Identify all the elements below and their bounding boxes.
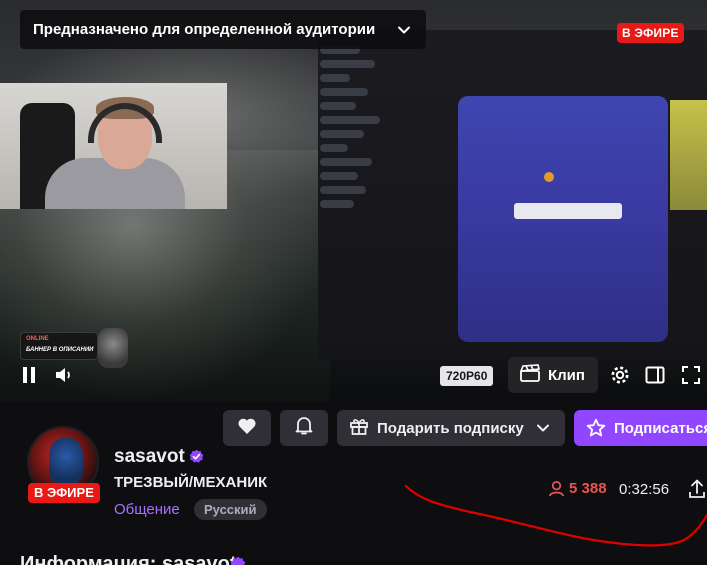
stream-dialog-capture <box>458 96 668 342</box>
viewers-icon <box>548 480 565 497</box>
verified-icon <box>189 449 204 464</box>
heart-icon <box>237 417 257 440</box>
stream-title: ТРЕЗВЫЙ/МЕХАНИК <box>114 474 268 491</box>
category-link[interactable]: Общение <box>114 501 180 518</box>
bell-icon <box>295 416 313 441</box>
volume-icon[interactable] <box>52 364 76 386</box>
promo-tag: ONLINE <box>26 336 49 342</box>
viewer-count: 5 388 <box>548 480 607 497</box>
notifications-button[interactable] <box>280 410 328 446</box>
star-icon <box>586 418 606 438</box>
promo-mascot-image <box>98 328 128 368</box>
live-badge-player: В ЭФИРЕ <box>617 23 684 43</box>
promo-text: БАННЕР В ОПИСАНИИ <box>26 347 94 353</box>
viewer-count-value: 5 388 <box>569 480 607 497</box>
share-icon[interactable] <box>688 479 707 501</box>
gift-subscription-button[interactable]: Подарить подписку <box>337 410 565 446</box>
stream-chat-capture <box>320 40 390 340</box>
subscribe-label: Подписаться <box>614 419 707 437</box>
gift-icon <box>349 416 369 440</box>
follow-button[interactable] <box>223 410 271 446</box>
quality-badge: 720P60 <box>440 366 494 386</box>
stream-uptime: 0:32:56 <box>619 481 670 498</box>
pause-icon[interactable] <box>18 364 40 386</box>
content-classification-label: Предназначено для определенной аудитории <box>33 21 376 38</box>
clip-button[interactable]: Клип <box>508 357 598 393</box>
language-tag[interactable]: Русский <box>194 499 267 520</box>
streamer-webcam <box>0 83 227 209</box>
chevron-down-icon <box>536 421 550 435</box>
theatre-mode-icon[interactable] <box>644 364 666 386</box>
clip-label: Клип <box>548 366 585 384</box>
live-badge-avatar: В ЭФИРЕ <box>28 483 100 503</box>
verified-icon <box>230 556 246 565</box>
fullscreen-icon[interactable] <box>680 364 702 386</box>
stream-edge-capture <box>670 100 707 210</box>
settings-icon[interactable] <box>609 364 631 386</box>
content-classification-banner[interactable]: Предназначено для определенной аудитории <box>20 10 426 49</box>
clip-icon <box>519 364 540 386</box>
subscribe-button[interactable]: Подписаться <box>574 410 707 446</box>
about-heading: Информация: sasavot <box>20 553 237 565</box>
gift-subscription-label: Подарить подписку <box>377 419 524 437</box>
channel-name[interactable]: sasavot <box>114 446 185 468</box>
chevron-down-icon[interactable] <box>395 21 413 39</box>
